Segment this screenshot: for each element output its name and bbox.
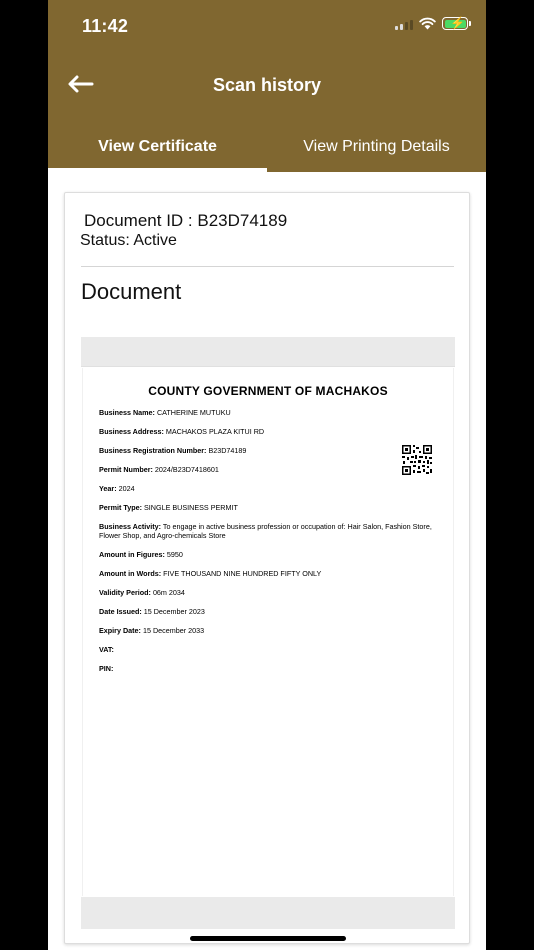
field-vat: VAT: <box>99 645 114 654</box>
certificate-fields: Business Name: CATHERINE MUTUKU Business… <box>99 408 439 683</box>
document-id: Document ID : B23D74189 <box>84 211 288 230</box>
wifi-icon <box>419 17 436 30</box>
status-icons: ⚡ <box>395 16 471 30</box>
field-validity-period: Validity Period: 06m 2034 <box>99 588 185 597</box>
field-business-activity: Business Activity: To engage in active b… <box>99 522 432 540</box>
field-amount-figures: Amount in Figures: 5950 <box>99 550 183 559</box>
tab-bar: View Certificate View Printing Details <box>48 122 486 172</box>
page-title: Scan history <box>212 75 322 95</box>
field-registration-number: Business Registration Number: B23D74189 <box>99 446 247 455</box>
status-time: 11:42 <box>82 16 129 36</box>
document-heading: Document <box>81 279 182 304</box>
field-permit-number: Permit Number: 2024/B23D7418601 <box>99 465 219 474</box>
field-date-issued: Date Issued: 15 December 2023 <box>99 607 205 616</box>
pdf-viewer[interactable]: COUNTY GOVERNMENT OF MACHAKOS Business N <box>81 337 455 929</box>
battery-charging-icon: ⚡ <box>442 16 471 30</box>
document-card: Document ID : B23D74189 Status: Active D… <box>64 192 470 944</box>
certificate-page: COUNTY GOVERNMENT OF MACHAKOS Business N <box>82 368 454 896</box>
viewer-top-bar <box>81 337 455 367</box>
app-header: 11:42 ⚡ Scan history View Certificate Vi… <box>48 0 486 172</box>
field-business-address: Business Address: MACHAKOS PLAZA KITUI R… <box>99 427 265 436</box>
phone-screen: 11:42 ⚡ Scan history View Certificate Vi… <box>48 0 486 950</box>
document-status: Status: Active <box>80 232 177 249</box>
viewer-bottom-bar <box>81 897 455 929</box>
field-amount-words: Amount in Words: FIVE THOUSAND NINE HUND… <box>99 569 322 578</box>
certificate-title: COUNTY GOVERNMENT OF MACHAKOS <box>148 384 388 398</box>
home-indicator[interactable] <box>190 936 346 941</box>
tab-view-printing-details[interactable]: View Printing Details <box>267 122 486 172</box>
field-pin: PIN: <box>99 664 114 673</box>
field-expiry-date: Expiry Date: 15 December 2033 <box>99 626 205 635</box>
field-business-name: Business Name: CATHERINE MUTUKU <box>99 408 231 417</box>
tab-view-certificate[interactable]: View Certificate <box>48 122 267 172</box>
divider <box>81 266 454 267</box>
field-year: Year: 2024 <box>99 484 135 493</box>
field-permit-type: Permit Type: SINGLE BUSINESS PERMIT <box>99 503 238 512</box>
signal-icon <box>395 18 413 30</box>
